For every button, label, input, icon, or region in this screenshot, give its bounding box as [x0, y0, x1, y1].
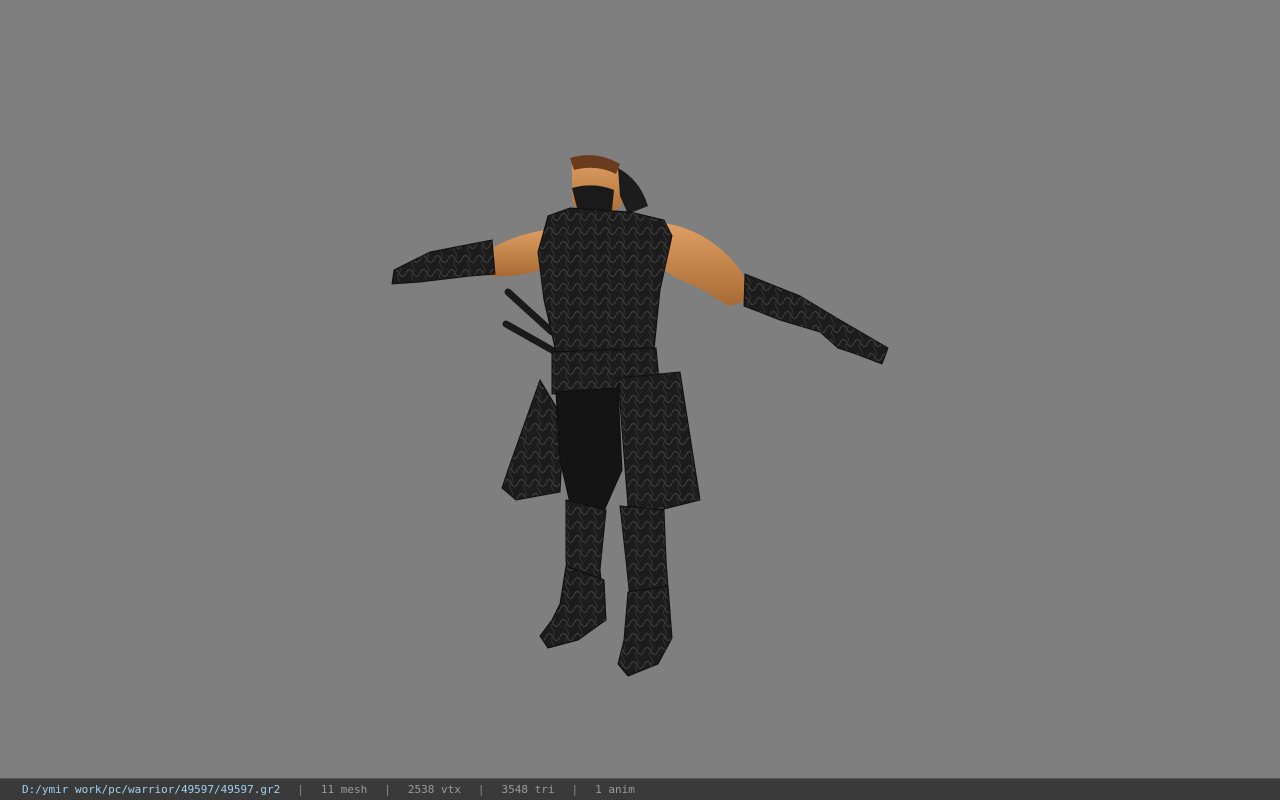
file-path-label: D:/ymir work/pc/warrior/49597/49597.gr2 [22, 783, 281, 796]
status-separator: | [384, 783, 391, 796]
model-viewport[interactable] [0, 0, 1280, 778]
status-separator: | [477, 783, 485, 796]
vertex-count-label: 2538 vtx [407, 783, 461, 796]
status-separator: | [297, 783, 304, 796]
triangle-count-label: 3548 tri [501, 783, 555, 796]
status-separator: | [571, 783, 579, 796]
mesh-count-label: 11 mesh [320, 783, 368, 796]
animation-count-label: 1 anim [595, 783, 635, 796]
warrior-model-icon [391, 155, 889, 677]
status-bar: D:/ymir work/pc/warrior/49597/49597.gr2 … [0, 778, 1280, 800]
